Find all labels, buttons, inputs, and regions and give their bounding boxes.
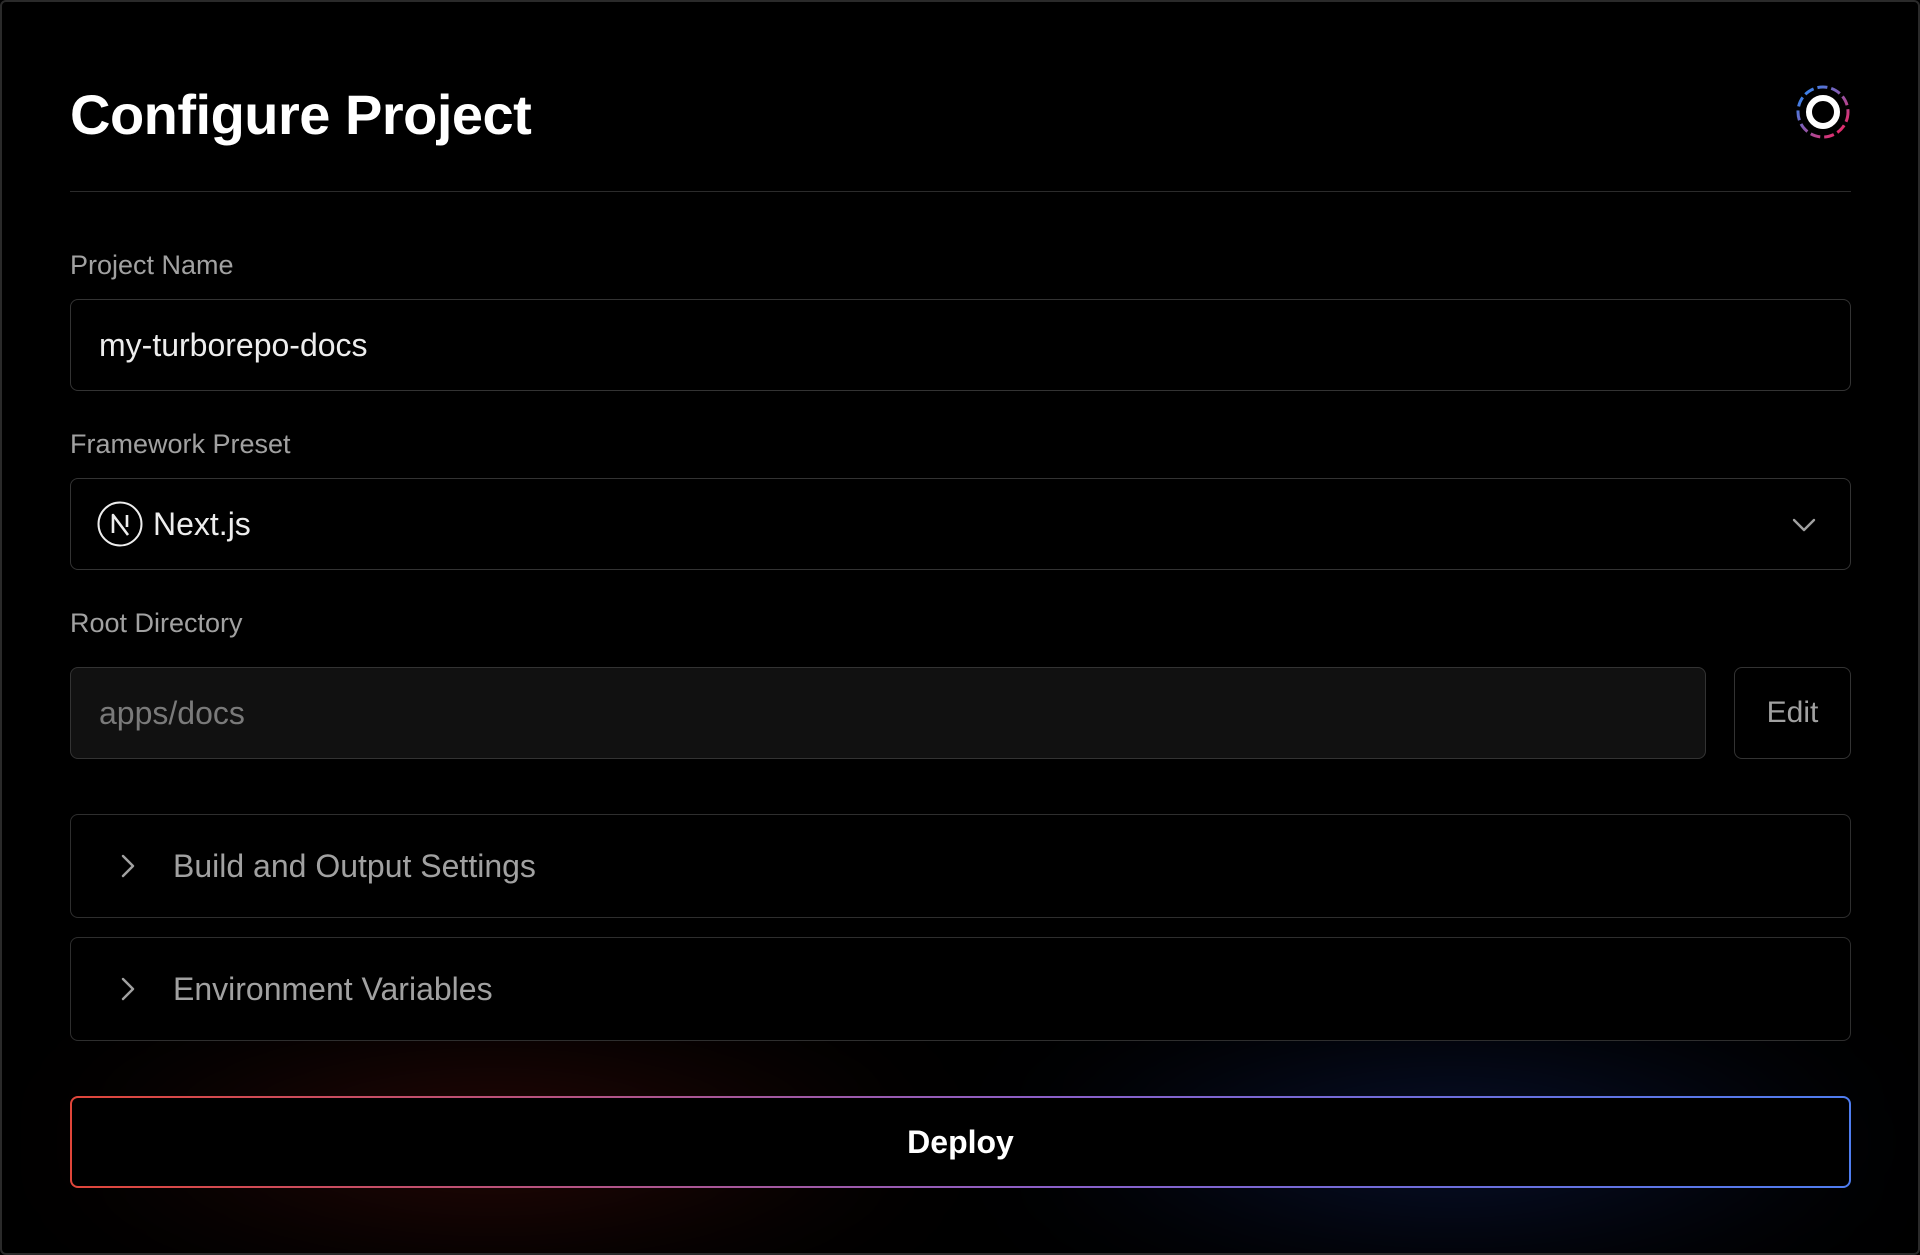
deploy-button[interactable]: Deploy [70, 1096, 1851, 1188]
edit-root-directory-button[interactable]: Edit [1734, 667, 1851, 759]
project-name-input[interactable]: my-turborepo-docs [70, 299, 1851, 391]
page-title: Configure Project [70, 83, 532, 146]
chevron-down-icon [1792, 518, 1816, 532]
framework-preset-label: Framework Preset [70, 429, 291, 459]
configure-project-panel: Configure Project Project Name my-turbor… [0, 0, 1920, 1255]
project-name-value: my-turborepo-docs [99, 327, 368, 363]
panel-header: Configure Project [70, 78, 1851, 192]
nextjs-logo-icon [97, 501, 143, 547]
environment-variables-label: Environment Variables [173, 970, 493, 1007]
turbo-logo-icon [1796, 85, 1850, 139]
build-output-settings-toggle[interactable]: Build and Output Settings [70, 814, 1851, 918]
framework-preset-select[interactable]: Next.js [70, 478, 1851, 570]
root-directory-input: apps/docs [70, 667, 1706, 759]
root-directory-label: Root Directory [70, 608, 243, 638]
chevron-right-icon [121, 854, 135, 878]
framework-preset-value: Next.js [153, 506, 251, 542]
project-name-label: Project Name [70, 250, 234, 280]
environment-variables-toggle[interactable]: Environment Variables [70, 937, 1851, 1041]
root-directory-value: apps/docs [99, 694, 245, 731]
build-output-settings-label: Build and Output Settings [173, 847, 536, 884]
chevron-right-icon [121, 977, 135, 1001]
